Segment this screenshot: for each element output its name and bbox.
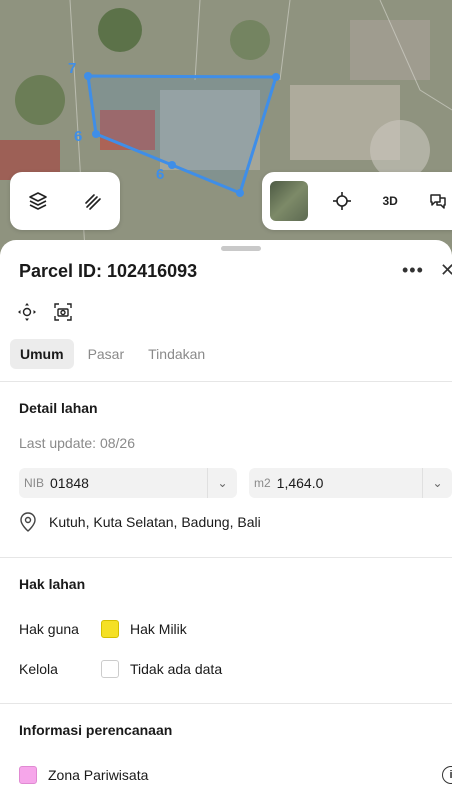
location-row: Kutuh, Kuta Selatan, Badung, Bali xyxy=(19,512,261,532)
locate-button[interactable] xyxy=(318,181,366,221)
detail-section-title: Detail lahan xyxy=(19,400,98,416)
edge-length-label: 6 xyxy=(156,166,165,183)
info-icon[interactable]: i xyxy=(442,766,452,784)
zone-row: Zona Pariwisata xyxy=(19,766,148,784)
hak-guna-row: Hak guna Hak Milik xyxy=(19,620,187,638)
sheet-action-icons xyxy=(17,302,73,322)
divider xyxy=(0,557,452,558)
map-tools-right: 3D xyxy=(262,172,452,230)
kelola-row: Kelola Tidak ada data xyxy=(19,660,222,678)
pen-icon xyxy=(84,194,101,210)
zoom-to-parcel-button[interactable] xyxy=(17,302,37,322)
draw-button[interactable] xyxy=(73,181,113,221)
map-view[interactable]: 6 6 7 3D xyxy=(0,0,452,260)
more-options-button[interactable]: ••• xyxy=(402,260,424,281)
divider xyxy=(0,381,452,382)
area-prefix: m2 xyxy=(254,476,271,490)
layers-button[interactable] xyxy=(18,181,58,221)
parcel-detail-sheet: Parcel ID: 102416093 ••• ✕ Umum Pasar Ti… xyxy=(0,240,452,804)
divider xyxy=(0,703,452,704)
map-tools-left xyxy=(10,172,120,230)
no-data-swatch xyxy=(101,660,119,678)
location-text: Kutuh, Kuta Selatan, Badung, Bali xyxy=(49,514,261,530)
zone-swatch xyxy=(19,766,37,784)
edge-length-label: 7 xyxy=(68,60,77,77)
kelola-value: Tidak ada data xyxy=(130,661,223,677)
hak-milik-swatch xyxy=(101,620,119,638)
tab-bar: Umum Pasar Tindakan xyxy=(10,339,215,369)
3d-mode-button[interactable]: 3D xyxy=(366,181,414,221)
area-field[interactable]: m2 1,464.0 ⌄ xyxy=(249,468,452,498)
street-view-button[interactable] xyxy=(53,302,73,322)
tab-tindakan[interactable]: Tindakan xyxy=(138,339,215,369)
tab-umum[interactable]: Umum xyxy=(10,339,74,369)
focus-icon xyxy=(18,303,36,321)
chevron-down-icon[interactable]: ⌄ xyxy=(207,468,237,498)
kelola-label: Kelola xyxy=(19,661,58,677)
nib-field[interactable]: NIB 01848 ⌄ xyxy=(19,468,237,498)
tab-pasar[interactable]: Pasar xyxy=(78,339,135,369)
hak-guna-value: Hak Milik xyxy=(130,621,187,637)
feedback-button[interactable] xyxy=(414,181,452,221)
area-value: 1,464.0 xyxy=(276,475,324,491)
last-update-text: Last update: 08/26 xyxy=(19,435,135,451)
chevron-down-icon[interactable]: ⌄ xyxy=(422,468,452,498)
comment-icon xyxy=(430,194,446,209)
basemap-thumbnail[interactable] xyxy=(270,181,309,221)
planning-section-title: Informasi perencanaan xyxy=(19,722,173,738)
nib-value: 01848 xyxy=(50,475,89,491)
close-button[interactable]: ✕ xyxy=(440,260,452,281)
camera-scan-icon xyxy=(54,303,72,321)
hak-guna-label: Hak guna xyxy=(19,621,79,637)
rights-section-title: Hak lahan xyxy=(19,576,86,592)
sheet-drag-handle[interactable] xyxy=(221,246,261,251)
map-pin-icon xyxy=(20,512,36,532)
edge-length-label: 6 xyxy=(74,128,83,145)
layers-icon xyxy=(28,192,47,210)
nib-prefix: NIB xyxy=(24,476,45,490)
parcel-title: Parcel ID: 102416093 xyxy=(19,261,198,281)
crosshair-icon xyxy=(333,192,352,210)
zone-value: Zona Pariwisata xyxy=(48,767,149,783)
